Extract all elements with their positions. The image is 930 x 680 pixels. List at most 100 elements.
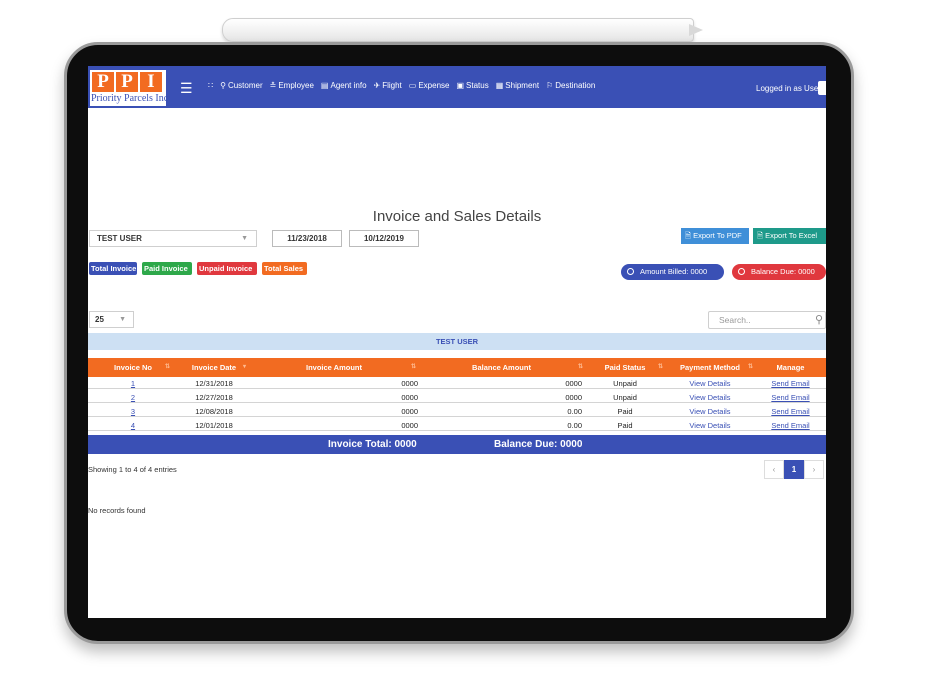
invoice-amount-cell: 0000 <box>401 393 418 402</box>
nav-item-flight[interactable]: ✈ Flight <box>374 81 402 90</box>
footer-balance-due: Balance Due: 0000 <box>494 439 583 450</box>
user-avatar-icon[interactable] <box>818 81 826 95</box>
send-email-link[interactable]: Send Email <box>755 421 826 430</box>
paid-status-cell: Unpaid <box>613 393 637 402</box>
date-from-field[interactable]: 11/23/2018 <box>272 230 342 247</box>
invoice-number-link[interactable]: 3 <box>88 407 178 416</box>
paid-status-cell: Paid <box>617 407 633 416</box>
sort-icon: ⇅ <box>747 364 753 370</box>
invoice-amount-cell: 0000 <box>401 407 418 416</box>
sort-icon: ⇅ <box>164 364 170 370</box>
send-email-link[interactable]: Send Email <box>755 407 826 416</box>
nav-item-expense[interactable]: ▭ Expense <box>409 81 450 90</box>
paid-invoice-button[interactable]: Paid Invoice <box>142 262 192 275</box>
table-row: 4 12/01/2018 0000 0.00 Paid View Details… <box>88 421 826 431</box>
send-email-link[interactable]: Send Email <box>755 393 826 402</box>
nav-menu: ∷ ⚲ Customer ≛ Employee ▤ Agent info ✈ Fligh… <box>208 81 595 90</box>
shipment-icon: ▦ <box>495 81 504 90</box>
top-navbar: P P I Priority Parcels Inc. ☰ ∷ ⚲ Custome… <box>88 66 826 108</box>
invoice-date-cell: 12/08/2018 <box>195 407 233 416</box>
nav-item-shipment[interactable]: ▦ Shipment <box>496 81 539 90</box>
id-card-icon: ▤ <box>320 81 329 90</box>
nav-item-destination[interactable]: ⚐ Destination <box>546 81 595 90</box>
nav-item-employee[interactable]: ≛ Employee <box>270 81 314 90</box>
apple-pencil <box>222 18 694 42</box>
date-to-field[interactable]: 10/12/2019 <box>349 230 419 247</box>
circle-icon <box>738 267 745 275</box>
money-icon: ▭ <box>408 81 417 90</box>
entries-info: Showing 1 to 4 of 4 entries <box>88 465 177 474</box>
previous-page-icon[interactable]: ‹ <box>764 460 784 479</box>
nav-item-customer[interactable]: ⚲ Customer <box>220 81 263 90</box>
export-pdf-button[interactable]: 🗎 Export To PDF <box>681 228 749 244</box>
brand-logo[interactable]: P P I Priority Parcels Inc. <box>90 70 171 106</box>
plane-icon: ✈ <box>373 81 381 90</box>
total-invoice-button[interactable]: Total Invoice <box>89 262 137 275</box>
invoice-amount-cell: 0000 <box>401 379 418 388</box>
page-size-select[interactable]: 25 ▼ <box>89 311 134 328</box>
search-placeholder: Search.. <box>719 315 751 325</box>
view-details-link[interactable]: View Details <box>665 393 755 402</box>
column-header-balance-amount[interactable]: Balance Amount ⇅ <box>418 358 585 377</box>
total-sales-button[interactable]: Total Sales <box>262 262 307 275</box>
page-number-button[interactable]: 1 <box>784 460 804 479</box>
chevron-down-icon: ▼ <box>119 316 126 323</box>
column-header-paid-status[interactable]: Paid Status ⇅ <box>585 358 665 377</box>
people-icon: ≛ <box>269 81 277 90</box>
app-screen: P P I Priority Parcels Inc. ☰ ∷ ⚲ Custome… <box>88 66 826 618</box>
user-select[interactable]: TEST USER ▼ <box>89 230 257 247</box>
view-details-link[interactable]: View Details <box>665 379 755 388</box>
chevron-down-icon: ▼ <box>241 235 248 242</box>
logged-in-text: Logged in as User <box>756 84 821 93</box>
paid-status-cell: Paid <box>617 421 633 430</box>
circle-icon <box>627 267 634 275</box>
balance-amount-cell: 0000 <box>565 379 582 388</box>
paid-status-cell: Unpaid <box>613 379 637 388</box>
person-icon: ⚲ <box>220 81 226 90</box>
excel-icon: 🗎 <box>757 231 766 240</box>
column-header-invoice-date[interactable]: Invoice Date ▾ <box>178 358 250 377</box>
pencil-tip <box>689 24 703 36</box>
logo-letter: P <box>92 72 114 92</box>
table-row: 3 12/08/2018 0000 0.00 Paid View Details… <box>88 407 826 417</box>
column-header-invoice-no[interactable]: Invoice No ⇅ <box>88 358 178 377</box>
table-header: Invoice No ⇅ Invoice Date ▾ Invoice Amount… <box>88 358 826 377</box>
search-input[interactable]: Search.. ⚲ <box>708 311 826 329</box>
pdf-icon: 🗎 <box>685 231 694 240</box>
nav-item-agent-info[interactable]: ▤ Agent info <box>321 81 367 90</box>
nav-item-status[interactable]: ▣ Status <box>456 81 488 90</box>
export-excel-button[interactable]: 🗎 Export To Excel <box>753 228 826 244</box>
sort-icon: ▾ <box>242 364 246 370</box>
next-page-icon[interactable]: › <box>804 460 824 479</box>
invoice-number-link[interactable]: 1 <box>88 379 178 388</box>
table-footer: Invoice Total: 0000 Balance Due: 0000 <box>88 435 826 454</box>
column-header-invoice-amount[interactable]: Invoice Amount ⇅ <box>250 358 418 377</box>
balance-amount-cell: 0000 <box>565 393 582 402</box>
grid-icon[interactable]: ∷ <box>208 81 213 90</box>
invoice-number-link[interactable]: 4 <box>88 421 178 430</box>
sort-icon: ⇅ <box>577 364 583 370</box>
pagination: ‹ 1 › <box>764 460 824 479</box>
table-row: 2 12/27/2018 0000 0000 Unpaid View Detai… <box>88 393 826 403</box>
view-details-link[interactable]: View Details <box>665 407 755 416</box>
table-group-header: TEST USER <box>88 333 826 350</box>
logo-letter: P <box>116 72 138 92</box>
view-details-link[interactable]: View Details <box>665 421 755 430</box>
invoice-date-cell: 12/31/2018 <box>195 379 233 388</box>
sort-icon: ⇅ <box>657 364 663 370</box>
column-header-payment-method[interactable]: Payment Method ⇅ <box>665 358 755 377</box>
table-row: 1 12/31/2018 0000 0000 Unpaid View Detai… <box>88 379 826 389</box>
balance-due-badge: Balance Due: 0000 <box>732 264 826 280</box>
invoice-amount-cell: 0000 <box>401 421 418 430</box>
sort-icon: ⇅ <box>410 364 416 370</box>
balance-amount-cell: 0.00 <box>567 407 582 416</box>
page-size-value: 25 <box>95 315 104 324</box>
invoice-number-link[interactable]: 2 <box>88 393 178 402</box>
invoice-total: Invoice Total: 0000 <box>328 439 417 450</box>
no-records-text: No records found <box>88 506 146 515</box>
send-email-link[interactable]: Send Email <box>755 379 826 388</box>
unpaid-invoice-button[interactable]: Unpaid Invoice <box>197 262 257 275</box>
invoice-date-cell: 12/27/2018 <box>195 393 233 402</box>
destination-icon: ⚐ <box>546 81 554 90</box>
hamburger-menu-icon[interactable]: ☰ <box>180 80 193 97</box>
